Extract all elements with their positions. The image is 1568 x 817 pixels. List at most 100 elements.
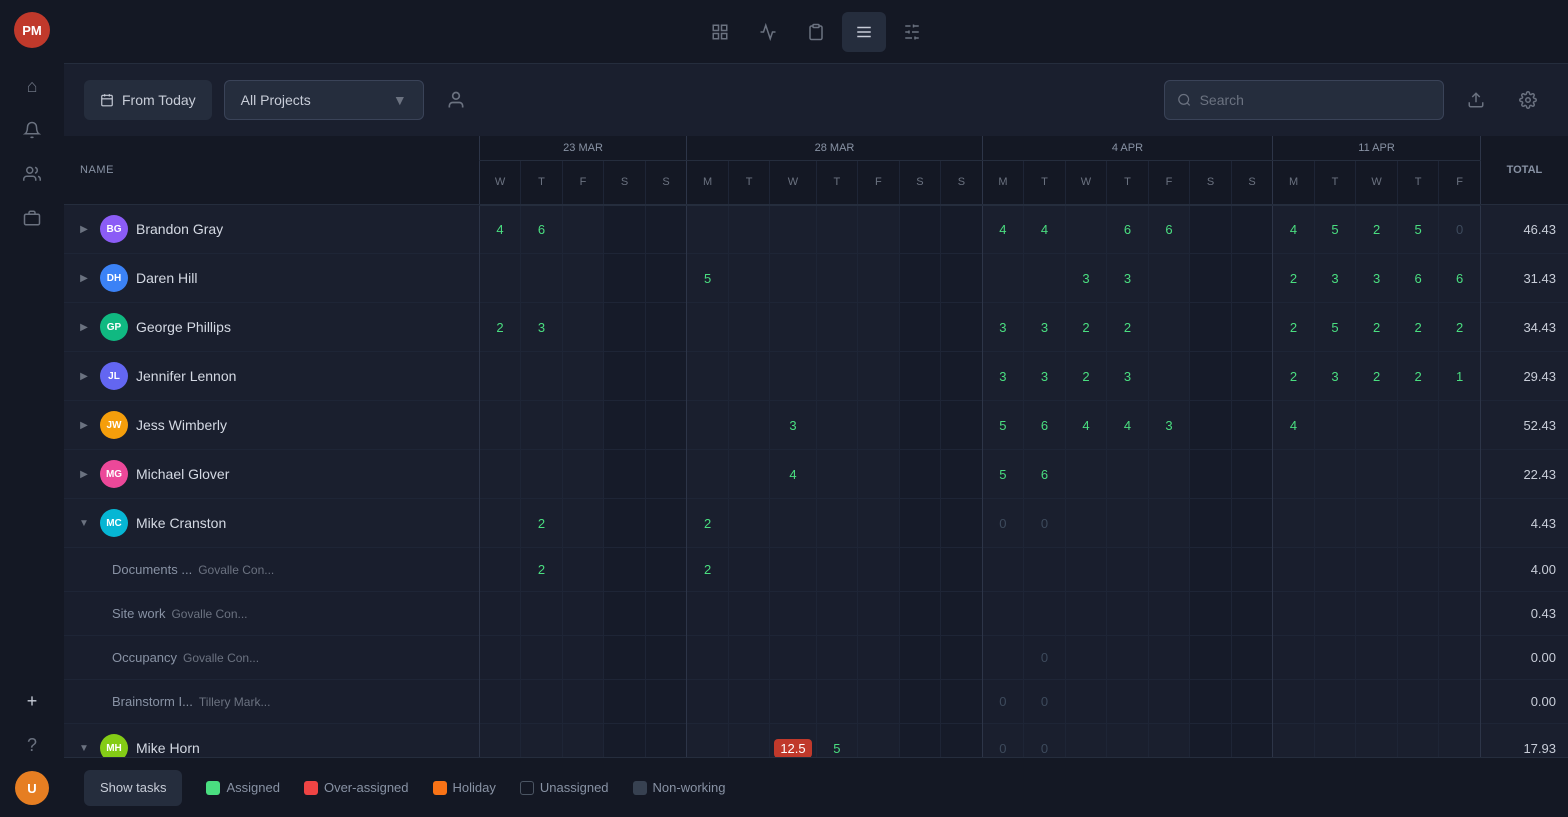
day-cell: [687, 592, 729, 636]
expand-button[interactable]: ▶: [76, 466, 92, 482]
day-cell: [1314, 592, 1356, 636]
day-value: 6: [1414, 271, 1421, 286]
show-tasks-button[interactable]: Show tasks: [84, 770, 182, 806]
person-row: ▼MCMike Cranston22004.43: [64, 499, 1568, 548]
assigned-label: Assigned: [226, 780, 279, 795]
grid-view-btn[interactable]: [698, 12, 742, 52]
day-cell: [1148, 592, 1190, 636]
expand-button[interactable]: ▶: [76, 270, 92, 286]
day-cell: [728, 352, 770, 401]
day-cell: 2: [687, 499, 729, 548]
expand-button[interactable]: ▶: [76, 417, 92, 433]
day-cell: [645, 636, 687, 680]
day-cell: [645, 254, 687, 303]
day-value: 3: [1165, 418, 1172, 433]
filter-view-btn[interactable]: [890, 12, 934, 52]
day-cell: [1024, 548, 1066, 592]
export-btn[interactable]: [1456, 80, 1496, 120]
day-cell: 2: [1439, 303, 1481, 352]
day-cell: [1148, 450, 1190, 499]
day-cell: [816, 499, 858, 548]
day-cell: [816, 401, 858, 450]
total-cell: 17.93: [1480, 724, 1568, 758]
avatar: BG: [100, 215, 128, 243]
day-header: W: [479, 161, 521, 205]
expand-button[interactable]: ▼: [76, 515, 92, 531]
day-cell: [899, 592, 941, 636]
day-cell: [1356, 401, 1398, 450]
over-value: 12.5: [774, 739, 811, 758]
day-cell: [1273, 724, 1315, 758]
day-cell: 4: [479, 205, 521, 254]
day-header: T: [816, 161, 858, 205]
settings-btn[interactable]: [1508, 80, 1548, 120]
gantt-table-container[interactable]: NAME 23 MAR 28 MAR 4 APR 11 APR TOTAL W …: [64, 136, 1568, 757]
day-header: S: [604, 161, 646, 205]
day-cell: [1439, 724, 1481, 758]
day-cell: [521, 636, 563, 680]
day-cell: [1148, 352, 1190, 401]
sidebar-item-home[interactable]: ⌂: [14, 68, 50, 104]
expand-button[interactable]: ▶: [76, 221, 92, 237]
app-logo[interactable]: PM: [14, 12, 50, 48]
day-value: 2: [1082, 320, 1089, 335]
day-cell: 2: [1356, 352, 1398, 401]
day-header: S: [1190, 161, 1232, 205]
day-cell: [645, 401, 687, 450]
day-cell: 2: [1356, 303, 1398, 352]
day-cell: [770, 205, 816, 254]
day-cell: [941, 352, 983, 401]
avatar: MG: [100, 460, 128, 488]
day-value: 6: [1456, 271, 1463, 286]
expand-button[interactable]: ▶: [76, 368, 92, 384]
sidebar-item-people[interactable]: [14, 156, 50, 192]
day-cell: [645, 303, 687, 352]
day-cell: 2: [1065, 303, 1107, 352]
from-today-button[interactable]: From Today: [84, 80, 212, 120]
person-name-cell: ▶JWJess Wimberly: [64, 401, 479, 450]
subtask-name-label: Occupancy: [104, 650, 177, 665]
sidebar-item-help[interactable]: ?: [14, 727, 50, 763]
chart-view-btn[interactable]: [746, 12, 790, 52]
day-cell: [858, 254, 900, 303]
week-11apr-header: 11 APR: [1273, 136, 1481, 161]
search-input[interactable]: [1200, 92, 1431, 108]
zero-value: 0: [999, 694, 1006, 709]
day-cell: [899, 401, 941, 450]
timeline-view-btn[interactable]: [842, 12, 886, 52]
day-cell: [770, 592, 816, 636]
user-avatar[interactable]: U: [15, 771, 49, 805]
day-cell: [982, 636, 1024, 680]
total-cell: 31.43: [1480, 254, 1568, 303]
person-filter-btn[interactable]: [436, 80, 476, 120]
day-value: 3: [1082, 271, 1089, 286]
day-header: F: [562, 161, 604, 205]
sidebar-item-portfolio[interactable]: [14, 200, 50, 236]
day-cell: [770, 303, 816, 352]
projects-dropdown[interactable]: All Projects ▼: [224, 80, 424, 120]
avatar: DH: [100, 264, 128, 292]
expand-button[interactable]: ▶: [76, 319, 92, 335]
sidebar-item-add[interactable]: +: [14, 683, 50, 719]
subtask-name-label: Documents ...: [104, 562, 192, 577]
day-cell: [728, 680, 770, 724]
day-cell: [899, 680, 941, 724]
day-cell: [899, 548, 941, 592]
day-cell: [479, 254, 521, 303]
day-cell: [728, 499, 770, 548]
day-cell: [1314, 499, 1356, 548]
day-cell: [1231, 450, 1273, 499]
clipboard-view-btn[interactable]: [794, 12, 838, 52]
day-cell: [728, 548, 770, 592]
day-value: 3: [1124, 369, 1131, 384]
day-cell: [1190, 401, 1232, 450]
avatar: MH: [100, 734, 128, 757]
day-value: 2: [1082, 369, 1089, 384]
day-cell: [858, 724, 900, 758]
expand-button[interactable]: ▼: [76, 740, 92, 756]
day-cell: [687, 352, 729, 401]
day-cell: [1356, 592, 1398, 636]
day-cell: [858, 401, 900, 450]
sidebar-item-notifications[interactable]: [14, 112, 50, 148]
day-cell: [1439, 450, 1481, 499]
